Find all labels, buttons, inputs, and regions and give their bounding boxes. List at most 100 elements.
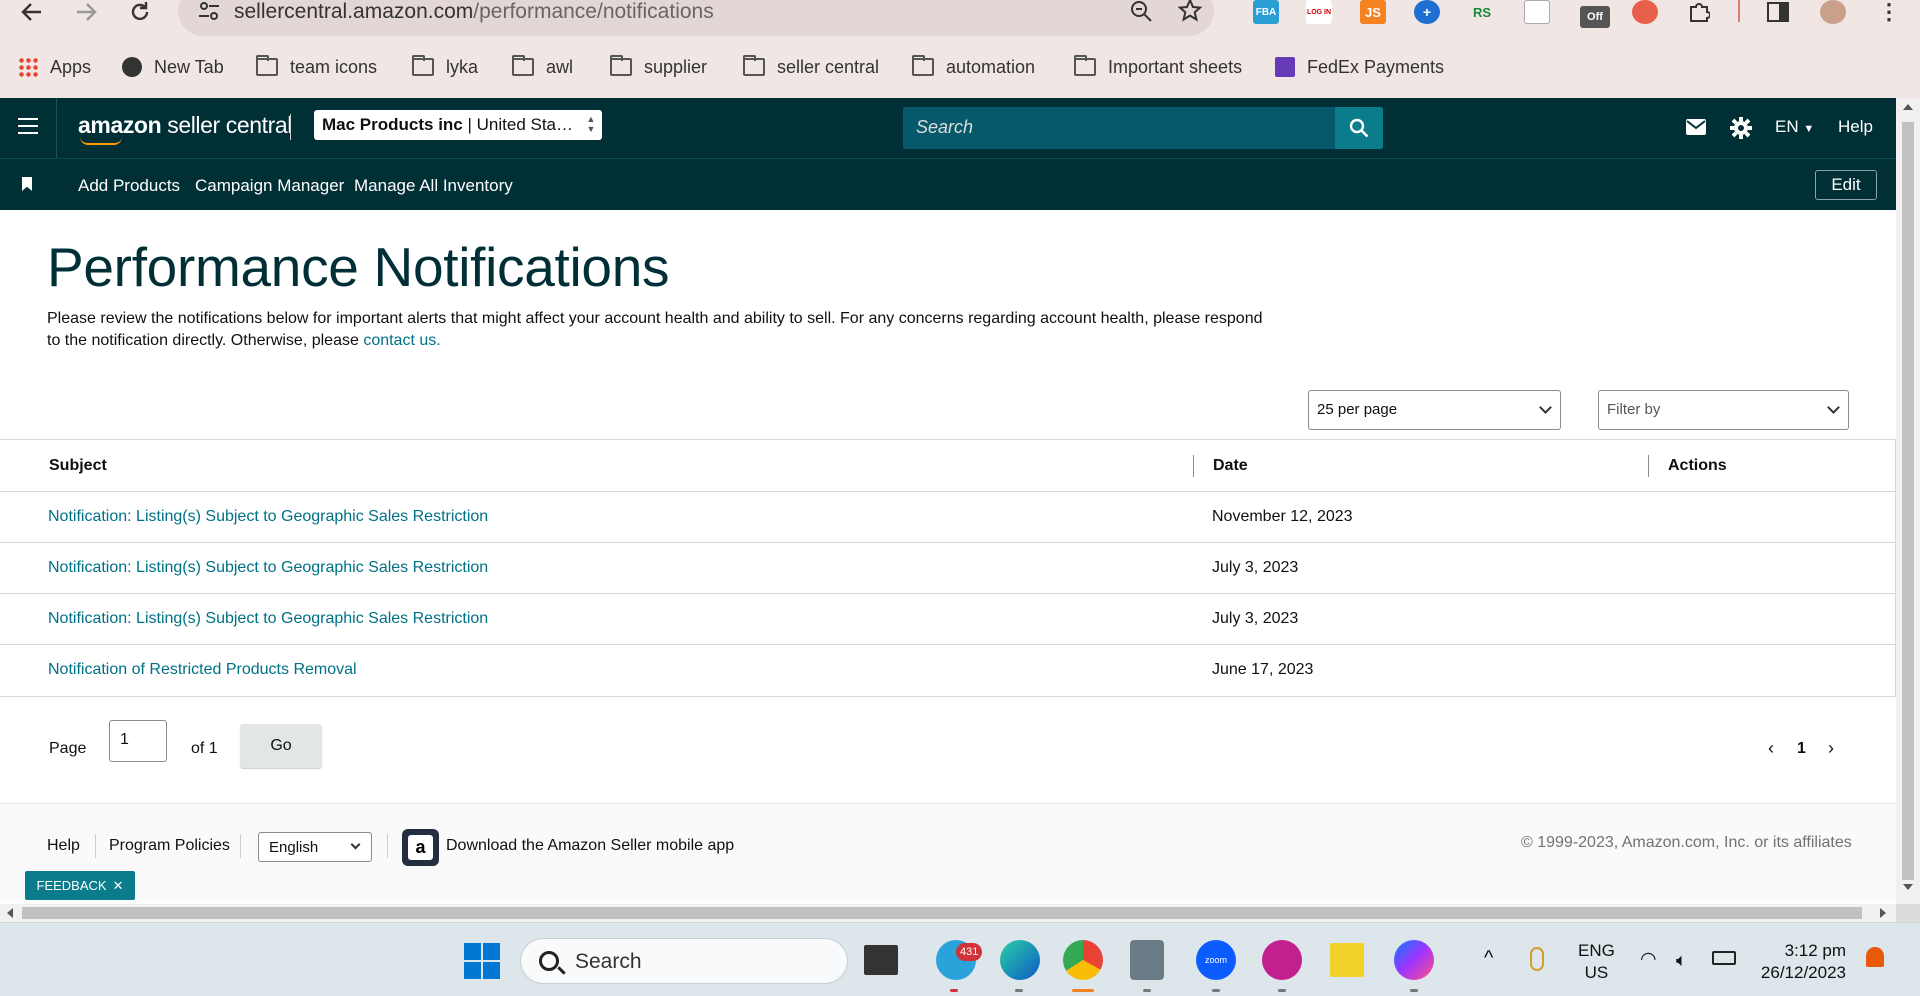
go-button[interactable]: Go (240, 724, 322, 768)
column-header-subject[interactable]: Subject (49, 457, 107, 475)
bookmark-folder-seller-central[interactable]: seller central (743, 52, 879, 82)
footer-program-policies-link[interactable]: Program Policies (109, 837, 230, 855)
contact-us-link[interactable]: contact us. (363, 332, 440, 349)
search-input[interactable]: Search (903, 107, 1335, 149)
system-clock[interactable]: 3:12 pm 26/12/2023 (1756, 940, 1846, 984)
notification-date: November 12, 2023 (1212, 508, 1353, 525)
extension-login-icon[interactable]: LOG IN (1306, 0, 1332, 24)
wps-office-icon[interactable] (1262, 940, 1302, 980)
scroll-down-icon[interactable] (1903, 884, 1913, 890)
extension-js-icon[interactable]: JS (1360, 0, 1386, 24)
bookmark-apps[interactable]: Apps (18, 52, 91, 82)
notification-date: July 3, 2023 (1212, 610, 1299, 627)
microphone-icon[interactable] (1530, 947, 1544, 971)
extension-rs-icon[interactable]: RS (1469, 0, 1495, 24)
account-switcher[interactable]: Mac Products inc | United Sta… ▲ ▼ (314, 110, 602, 140)
page-count-label: of 1 (191, 740, 218, 757)
bookmark-folder-awl[interactable]: awl (512, 52, 573, 82)
running-indicator (1278, 989, 1286, 992)
per-page-select[interactable]: 25 per page (1308, 390, 1561, 430)
feedback-button[interactable]: FEEDBACK ✕ (25, 871, 135, 900)
extension-grey-icon[interactable] (1524, 0, 1550, 24)
column-header-date[interactable]: Date (1213, 457, 1248, 475)
scrollbar-thumb[interactable] (22, 907, 1862, 919)
close-icon[interactable]: ✕ (113, 878, 124, 894)
amazon-seller-app-icon[interactable]: a (402, 829, 439, 866)
nav-link-campaign-manager[interactable]: Campaign Manager (195, 176, 344, 196)
nav-link-manage-all-inventory[interactable]: Manage All Inventory (354, 176, 513, 196)
bookmark-star-icon[interactable] (1178, 0, 1202, 22)
notification-subject-link[interactable]: Notification: Listing(s) Subject to Geog… (48, 610, 488, 628)
previous-page-icon[interactable]: ‹ (1768, 738, 1774, 759)
bookmark-new-tab[interactable]: New Tab (122, 52, 224, 82)
scroll-up-icon[interactable] (1903, 104, 1913, 110)
show-hidden-icons-chevron-icon[interactable]: ^ (1484, 947, 1493, 969)
edge-browser-icon[interactable] (1000, 940, 1040, 980)
back-icon[interactable] (14, 0, 50, 24)
extension-orange-icon[interactable] (1632, 0, 1658, 24)
chrome-browser-icon[interactable] (1063, 940, 1103, 980)
address-bar[interactable]: sellercentral.amazon.com/performance/not… (178, 0, 1214, 36)
extension-plus-icon[interactable]: + (1414, 0, 1440, 24)
vertical-scrollbar[interactable] (1896, 98, 1920, 904)
footer-help-link[interactable]: Help (47, 837, 80, 855)
help-link[interactable]: Help (1838, 117, 1873, 137)
download-app-link[interactable]: Download the Amazon Seller mobile app (446, 837, 734, 855)
forward-icon[interactable] (68, 0, 104, 24)
footer-language-select[interactable]: English (258, 832, 372, 862)
bookmark-folder-team-icons[interactable]: team icons (256, 52, 377, 82)
toolbar-divider (1738, 0, 1740, 22)
notification-bell-icon[interactable] (1866, 947, 1884, 967)
scroll-right-icon[interactable] (1880, 908, 1886, 918)
side-panel-icon[interactable] (1765, 0, 1791, 24)
menu-dots-icon[interactable]: ⋮ (1876, 0, 1902, 24)
bookmark-folder-automation[interactable]: automation (912, 52, 1035, 82)
filter-select[interactable]: Filter by (1598, 390, 1849, 430)
page-number-input[interactable]: 1 (109, 720, 167, 762)
profile-avatar[interactable] (1820, 0, 1846, 24)
extensions-puzzle-icon[interactable] (1686, 0, 1712, 24)
search-button[interactable] (1335, 107, 1383, 149)
bookmark-folder-supplier[interactable]: supplier (610, 52, 707, 82)
scrollbar-thumb[interactable] (1902, 122, 1914, 880)
reload-icon[interactable] (122, 0, 158, 24)
table-header: Subject Date Actions (0, 440, 1895, 492)
horizontal-scrollbar[interactable] (0, 904, 1896, 922)
calculator-icon[interactable] (1130, 940, 1164, 980)
next-page-icon[interactable]: › (1828, 738, 1834, 759)
zoom-app-icon[interactable]: zoom (1196, 940, 1236, 980)
task-view-icon[interactable] (864, 945, 898, 975)
main-content: Performance Notifications Please review … (0, 210, 1896, 904)
wifi-icon[interactable]: ◠ (1640, 949, 1657, 971)
scroll-left-icon[interactable] (7, 908, 13, 918)
settings-gear-icon[interactable] (1730, 117, 1752, 144)
messenger-icon[interactable] (1394, 940, 1434, 980)
battery-icon[interactable] (1712, 951, 1736, 965)
nav-link-add-products[interactable]: Add Products (78, 176, 180, 196)
taskbar-search-input[interactable]: Search (520, 938, 848, 984)
bookmark-icon[interactable] (22, 177, 32, 191)
notification-subject-link[interactable]: Notification: Listing(s) Subject to Geog… (48, 559, 488, 577)
bookmark-fedex-payments[interactable]: FedEx Payments (1275, 52, 1444, 82)
url-text: sellercentral.amazon.com/performance/not… (234, 0, 714, 23)
windows-start-icon[interactable] (464, 943, 500, 979)
bookmark-label: automation (946, 56, 1036, 77)
extension-fba-icon[interactable]: FBA (1253, 0, 1279, 24)
sticky-notes-icon[interactable] (1330, 943, 1364, 977)
hamburger-menu-icon[interactable] (18, 118, 38, 134)
input-language-indicator[interactable]: ENG US (1578, 940, 1615, 984)
extension-off-icon[interactable]: Off (1580, 6, 1610, 28)
bookmark-folder-important-sheets[interactable]: Important sheets (1074, 52, 1242, 82)
language-selector[interactable]: EN ▼ (1775, 117, 1814, 137)
current-page-number[interactable]: 1 (1797, 740, 1806, 758)
site-info-icon[interactable] (198, 2, 220, 20)
notification-subject-link[interactable]: Notification: Listing(s) Subject to Geog… (48, 508, 488, 526)
edit-button[interactable]: Edit (1815, 170, 1877, 200)
volume-icon[interactable]: 🔈︎ (1676, 949, 1687, 971)
bookmark-folder-lyka[interactable]: lyka (412, 52, 478, 82)
zoom-icon[interactable] (1130, 0, 1152, 22)
seller-central-logo[interactable]: amazon seller central (78, 112, 292, 139)
notification-subject-link[interactable]: Notification of Restricted Products Remo… (48, 661, 357, 679)
mail-icon[interactable] (1686, 119, 1706, 140)
table-row: Notification of Restricted Products Remo… (0, 645, 1895, 696)
